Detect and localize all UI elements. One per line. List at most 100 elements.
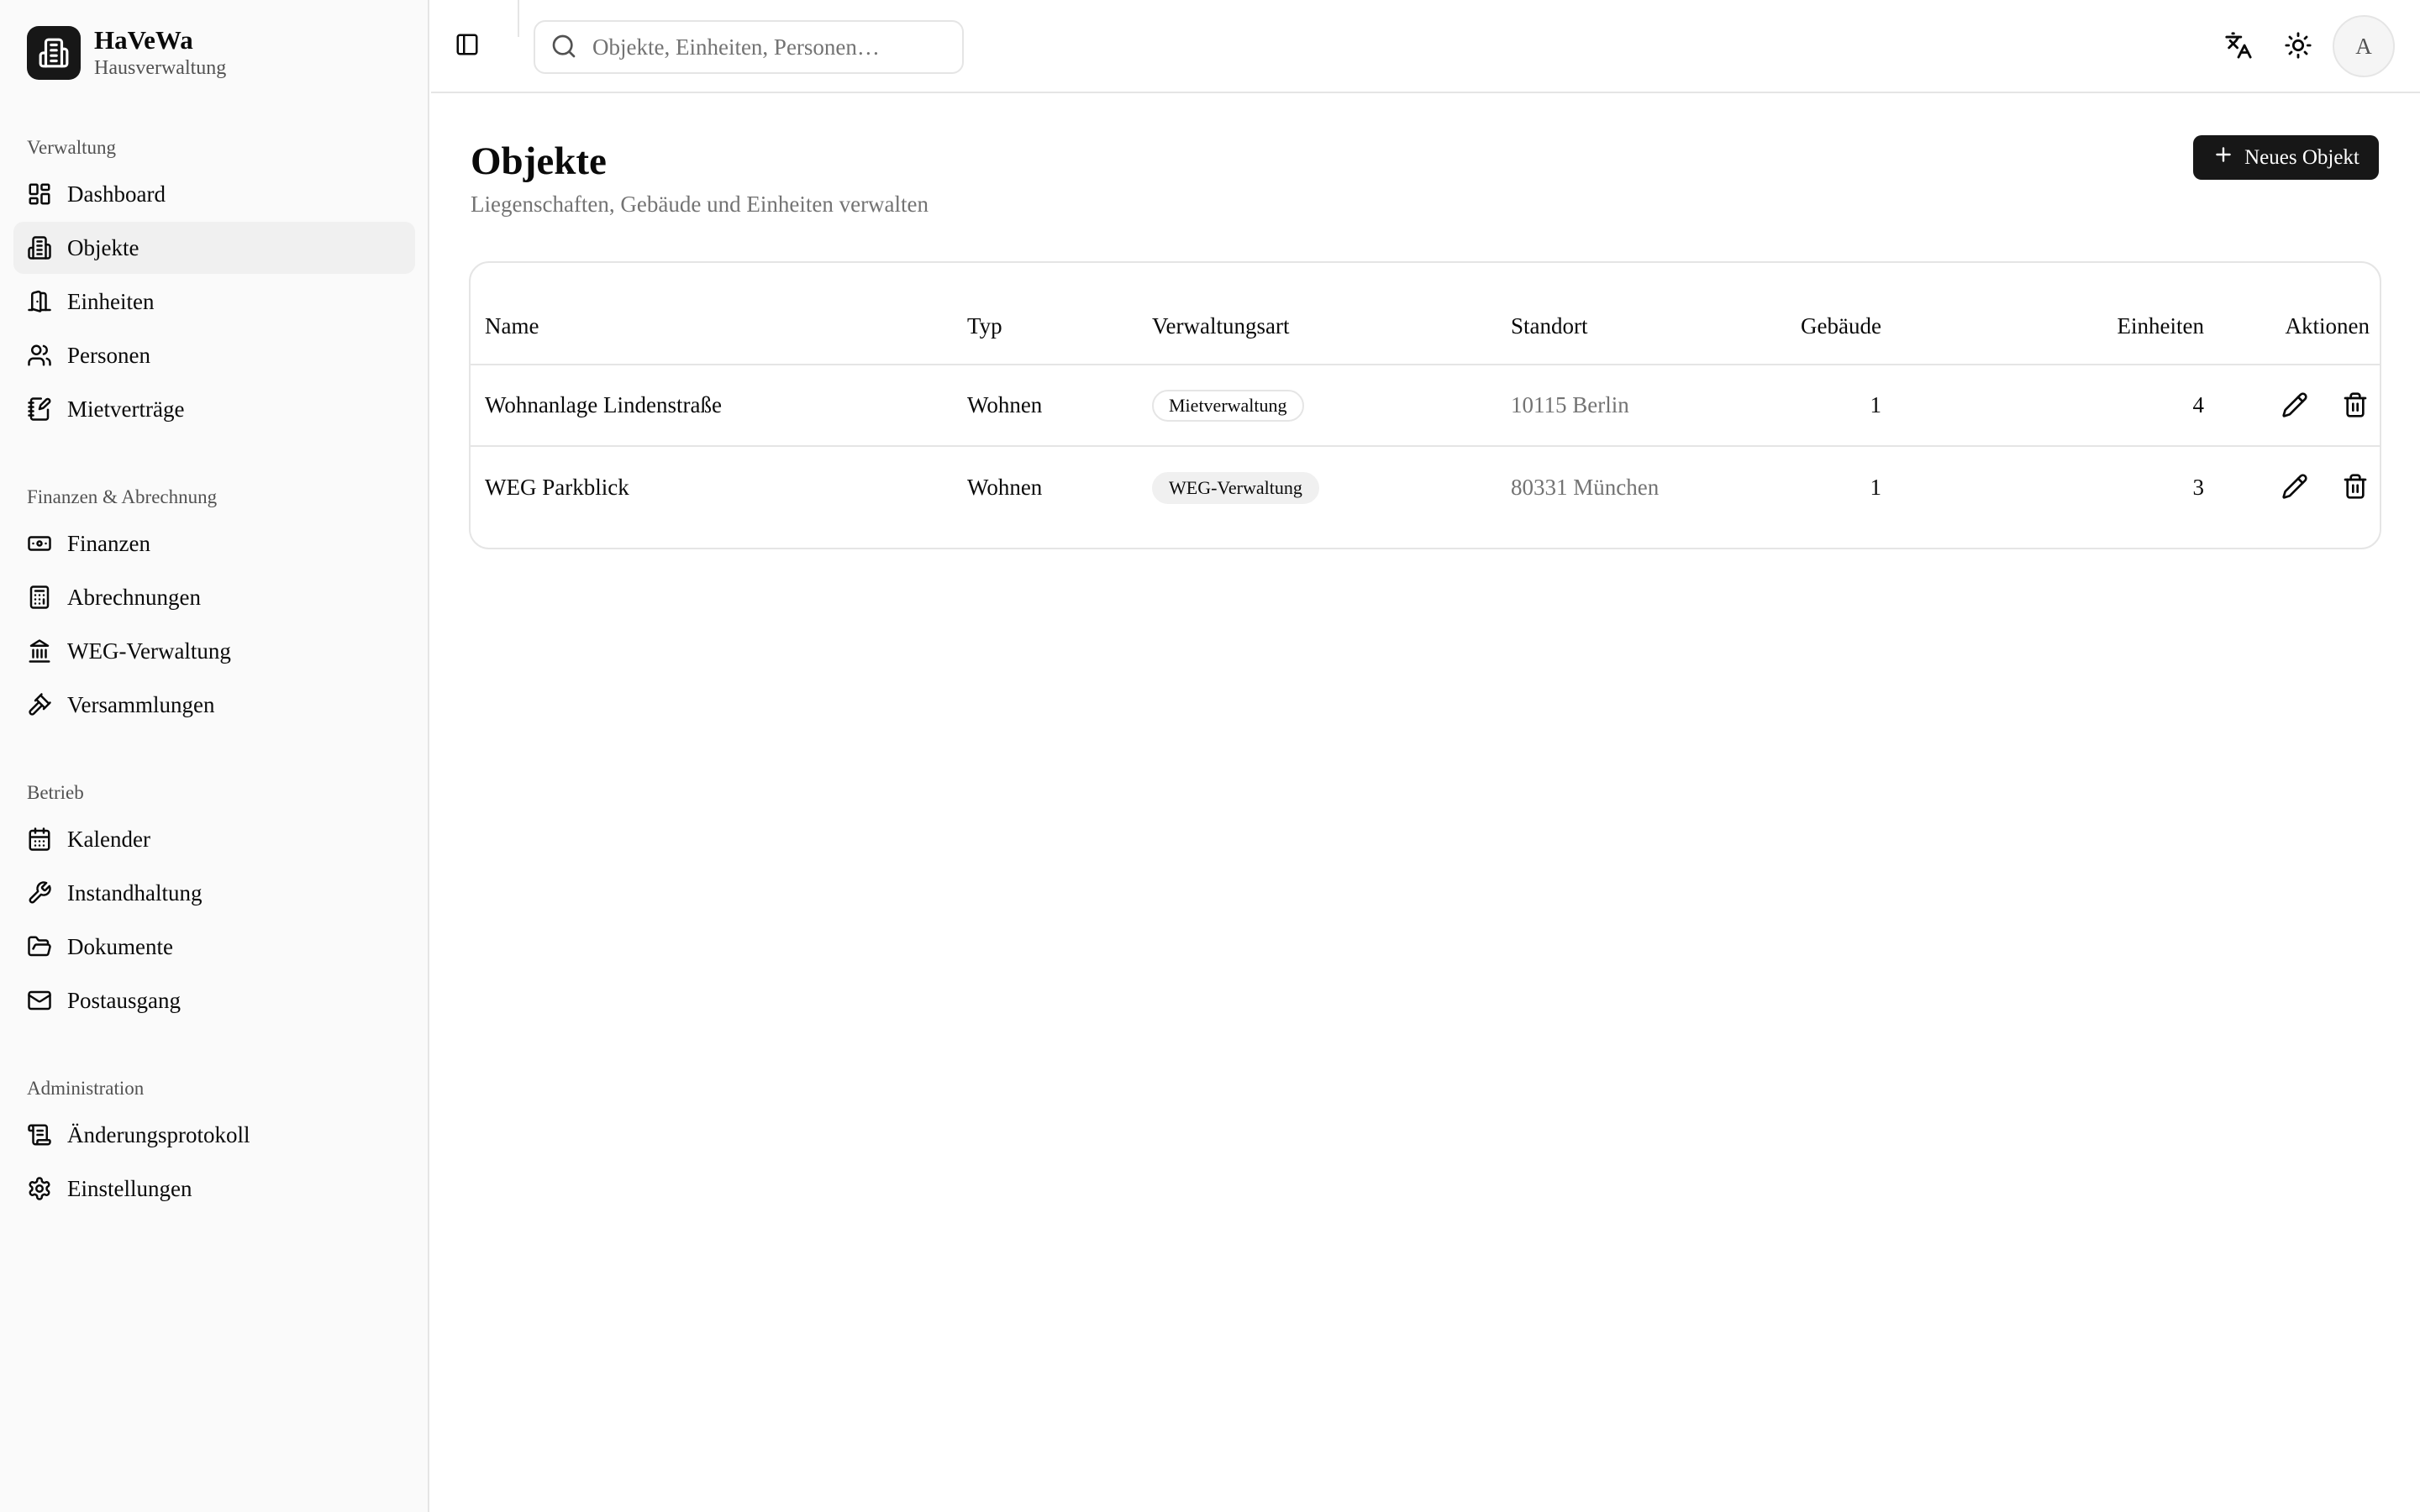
sidebar-item-label: Dashboard bbox=[67, 181, 166, 207]
cell-name[interactable]: WEG Parkblick bbox=[485, 447, 629, 528]
dashboard-icon bbox=[27, 181, 52, 207]
nav-heading: Administration bbox=[27, 1078, 145, 1099]
cell-einheiten: 3 bbox=[2192, 475, 2205, 500]
landmark-icon bbox=[27, 638, 52, 664]
table-row[interactable]: WEG Parkblick Wohnen WEG-Verwaltung 8033… bbox=[471, 447, 2380, 528]
column-header-aktionen: Aktionen bbox=[2285, 312, 2370, 339]
column-header-verwaltungsart[interactable]: Verwaltungsart bbox=[1152, 288, 1289, 364]
mail-icon bbox=[27, 988, 52, 1013]
cell-gebaeude: 1 bbox=[1870, 475, 1882, 500]
cell-verwaltungsart: Mietverwaltung bbox=[1152, 365, 1304, 445]
sidebar-item-objekte[interactable]: Objekte bbox=[13, 222, 415, 274]
cell-standort: 80331 München bbox=[1511, 475, 1660, 500]
avatar-initial: A bbox=[2355, 33, 2372, 59]
folder-icon bbox=[27, 934, 52, 959]
sidebar-item-label: Einstellungen bbox=[67, 1175, 192, 1201]
banknote-icon bbox=[27, 531, 52, 556]
page-subtitle: Liegenschaften, Gebäude und Einheiten ve… bbox=[471, 192, 929, 217]
brand-subtitle: Hausverwaltung bbox=[94, 57, 227, 79]
contract-icon bbox=[27, 396, 52, 422]
column-header-gebaeude[interactable]: Gebäude bbox=[1773, 288, 1881, 364]
sun-icon bbox=[2284, 31, 2312, 64]
page-title: Objekte bbox=[471, 139, 607, 183]
door-icon bbox=[27, 289, 52, 314]
theme-toggle-button[interactable] bbox=[2278, 27, 2318, 67]
table-header: Name Typ Verwaltungsart Standort Gebäude… bbox=[471, 288, 2380, 365]
search-box[interactable] bbox=[534, 20, 964, 74]
cell-name[interactable]: Wohnanlage Lindenstraße bbox=[485, 365, 722, 445]
delete-button[interactable] bbox=[2338, 389, 2373, 424]
sidebar-item-label: WEG-Verwaltung bbox=[67, 638, 231, 664]
sidebar-item-label: Dokumente bbox=[67, 933, 173, 959]
cell-typ: Wohnen bbox=[967, 392, 1043, 417]
sidebar-item-weg-verwaltung[interactable]: WEG-Verwaltung bbox=[13, 625, 415, 677]
column-header-standort[interactable]: Standort bbox=[1511, 288, 1588, 364]
sidebar-item-aenderungsprotokoll[interactable]: Änderungsprotokoll bbox=[13, 1109, 415, 1161]
edit-button[interactable] bbox=[2277, 389, 2312, 424]
nav-section-betrieb: Betrieb Kalender Instandhaltung Dokument… bbox=[13, 773, 415, 1028]
nav-heading: Verwaltung bbox=[27, 137, 117, 158]
sidebar-item-label: Instandhaltung bbox=[67, 879, 203, 906]
new-object-label: Neues Objekt bbox=[2244, 145, 2360, 169]
sidebar-item-finanzen[interactable]: Finanzen bbox=[13, 517, 415, 570]
sidebar-item-label: Mietverträge bbox=[67, 396, 185, 422]
table-row[interactable]: Wohnanlage Lindenstraße Wohnen Mietverwa… bbox=[471, 365, 2380, 447]
sidebar-item-label: Einheiten bbox=[67, 288, 155, 314]
column-header-typ[interactable]: Typ bbox=[967, 288, 1002, 364]
search-input[interactable] bbox=[592, 34, 945, 60]
avatar[interactable]: A bbox=[2333, 15, 2395, 77]
sidebar-item-dokumente[interactable]: Dokumente bbox=[13, 921, 415, 973]
panel-left-icon bbox=[455, 32, 480, 61]
brand-name: HaVeWa bbox=[94, 25, 193, 55]
gavel-icon bbox=[27, 692, 52, 717]
sidebar-item-label: Versammlungen bbox=[67, 691, 215, 717]
calendar-icon bbox=[27, 827, 52, 852]
column-header-einheiten[interactable]: Einheiten bbox=[1983, 288, 2204, 364]
sidebar: HaVeWa Hausverwaltung Verwaltung Dashboa… bbox=[0, 0, 429, 1512]
cell-gebaeude: 1 bbox=[1870, 392, 1882, 417]
building-icon bbox=[27, 235, 52, 260]
sidebar-item-label: Personen bbox=[67, 342, 150, 368]
sidebar-item-postausgang[interactable]: Postausgang bbox=[13, 974, 415, 1026]
sidebar-item-abrechnungen[interactable]: Abrechnungen bbox=[13, 571, 415, 623]
column-header-name[interactable]: Name bbox=[485, 288, 539, 364]
sidebar-toggle-button[interactable] bbox=[450, 29, 485, 64]
sidebar-item-einstellungen[interactable]: Einstellungen bbox=[13, 1163, 415, 1215]
sidebar-item-label: Kalender bbox=[67, 826, 150, 852]
plus-icon bbox=[2212, 144, 2244, 171]
nav-section-administration: Administration Änderungsprotokoll Einste… bbox=[13, 1068, 415, 1216]
objects-table: Name Typ Verwaltungsart Standort Gebäude… bbox=[469, 261, 2381, 549]
sidebar-item-versammlungen[interactable]: Versammlungen bbox=[13, 679, 415, 731]
divider bbox=[518, 0, 519, 37]
search-icon bbox=[550, 33, 579, 61]
sidebar-item-label: Abrechnungen bbox=[67, 584, 201, 610]
sidebar-item-dashboard[interactable]: Dashboard bbox=[13, 168, 415, 220]
wrench-icon bbox=[27, 880, 52, 906]
sidebar-item-instandhaltung[interactable]: Instandhaltung bbox=[13, 867, 415, 919]
nav-section-verwaltung: Verwaltung Dashboard Objekte Einheiten P… bbox=[13, 128, 415, 437]
sidebar-item-label: Objekte bbox=[67, 234, 139, 260]
sidebar-item-einheiten[interactable]: Einheiten bbox=[13, 276, 415, 328]
languages-icon bbox=[2224, 31, 2253, 64]
pencil-icon bbox=[2281, 391, 2308, 423]
sidebar-item-label: Postausgang bbox=[67, 987, 181, 1013]
status-badge: Mietverwaltung bbox=[1152, 389, 1304, 422]
language-button[interactable] bbox=[2218, 27, 2259, 67]
sidebar-item-kalender[interactable]: Kalender bbox=[13, 813, 415, 865]
new-object-button[interactable]: Neues Objekt bbox=[2193, 135, 2379, 180]
edit-button[interactable] bbox=[2277, 470, 2312, 506]
building-icon bbox=[27, 26, 81, 80]
brand[interactable]: HaVeWa Hausverwaltung bbox=[27, 25, 226, 81]
sidebar-item-personen[interactable]: Personen bbox=[13, 329, 415, 381]
delete-button[interactable] bbox=[2338, 470, 2373, 506]
cell-standort: 10115 Berlin bbox=[1511, 392, 1629, 417]
calculator-icon bbox=[27, 585, 52, 610]
nav-heading: Betrieb bbox=[27, 782, 84, 803]
nav-heading: Finanzen & Abrechnung bbox=[27, 486, 218, 507]
status-badge: WEG-Verwaltung bbox=[1152, 471, 1319, 504]
sidebar-item-mietvertraege[interactable]: Mietverträge bbox=[13, 383, 415, 435]
users-icon bbox=[27, 343, 52, 368]
pencil-icon bbox=[2281, 473, 2308, 504]
sidebar-item-label: Finanzen bbox=[67, 530, 150, 556]
app-root: HaVeWa Hausverwaltung Verwaltung Dashboa… bbox=[0, 0, 2420, 1512]
